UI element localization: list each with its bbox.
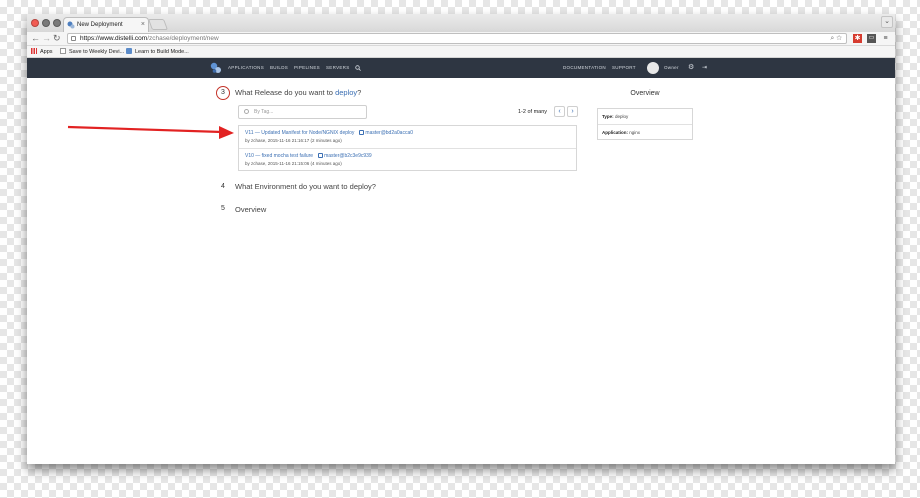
url-path: /zchase/deployment/new — [147, 35, 219, 42]
omnibox-icons: ⌕ ☆ — [830, 34, 842, 44]
bookmark-apps[interactable]: Apps — [31, 46, 53, 58]
zoom-icon[interactable]: ⌕ — [830, 35, 834, 42]
profile-icon[interactable]: ⌄ — [881, 16, 893, 28]
release-title[interactable]: V10 — fixed mocha test failure — [245, 153, 313, 159]
nav-documentation[interactable]: DOCUMENTATION — [563, 58, 606, 78]
release-branch-label: master@bd2a0acca0 — [365, 130, 414, 136]
pagination-label: 1-2 of many — [518, 109, 548, 115]
step-3-deploy-link[interactable]: deploy — [335, 88, 357, 97]
bookmark-weekly[interactable]: Save to Weekly Devi... — [60, 46, 124, 58]
tag-search-placeholder: By Tag... — [254, 109, 274, 115]
apps-grid-icon — [31, 48, 37, 54]
bookmark-learn[interactable]: Learn to Build Mode... — [126, 46, 189, 58]
tag-search-input[interactable]: By Tag... — [238, 105, 367, 119]
gear-icon[interactable]: ⚙ — [688, 58, 695, 78]
step-5-number: 5 — [221, 205, 225, 212]
distelli-logo-icon[interactable] — [210, 62, 222, 74]
bookmark-learn-label: Learn to Build Mode... — [135, 49, 189, 55]
step-4-number: 4 — [221, 183, 225, 190]
search-icon — [244, 109, 249, 114]
bookmark-weekly-label: Save to Weekly Devi... — [69, 49, 125, 55]
release-row[interactable]: V11 — Updated Manifest for Node/NGNIX de… — [239, 126, 576, 148]
next-page-button[interactable]: › — [567, 106, 578, 117]
overview-type-label: Type: — [602, 114, 614, 119]
release-meta: by zchase, 2015-11-16 21:16:17 (2 minute… — [245, 138, 342, 143]
lock-icon — [71, 36, 76, 41]
search-icon[interactable] — [355, 65, 361, 71]
close-window-button[interactable] — [31, 19, 39, 27]
app-nav-bar: APPLICATIONS BUILDS PIPELINES SERVERS DO… — [27, 58, 895, 78]
minimize-window-button[interactable] — [42, 19, 50, 27]
git-branch-icon — [359, 130, 365, 135]
menu-icon[interactable]: ≡ — [881, 34, 890, 43]
step-5-title[interactable]: Overview — [235, 205, 266, 215]
release-branch-label: master@b2c3e9c939 — [324, 153, 372, 159]
step-3-title-prefix: What Release do you want to — [235, 88, 336, 97]
overview-application-row: Application: nginx — [598, 124, 692, 139]
step-3-number: 3 — [216, 86, 230, 100]
extension-icon[interactable]: ✱ — [853, 34, 862, 43]
nav-servers[interactable]: SERVERS — [326, 58, 350, 78]
release-row[interactable]: V10 — fixed mocha test failure master@b2c… — [239, 148, 576, 170]
nav-support[interactable]: SUPPORT — [612, 58, 636, 78]
maximize-window-button[interactable] — [53, 19, 61, 27]
overview-title: Overview — [630, 90, 660, 97]
browser-tab[interactable]: New Deployment × — [63, 17, 149, 32]
prev-page-button[interactable]: ‹ — [554, 106, 565, 117]
release-title-line: V11 — Updated Manifest for Node/NGNIX de… — [245, 130, 413, 136]
tab-strip: New Deployment × ⌄ — [27, 14, 895, 32]
browser-toolbar: ← → ↻ https://www.distelli.com/zchase/de… — [27, 32, 895, 46]
forward-arrow-icon[interactable]: → — [42, 32, 51, 45]
release-title-line: V10 — fixed mocha test failure master@b2c… — [245, 153, 372, 159]
git-branch-icon — [318, 153, 324, 158]
release-title[interactable]: V11 — Updated Manifest for Node/NGNIX de… — [245, 130, 354, 136]
nav-applications[interactable]: APPLICATIONS — [228, 58, 264, 78]
overview-application-value: nginx — [629, 130, 641, 135]
overview-type-row: Type: deploy — [598, 109, 692, 124]
overview-application-label: Application: — [602, 130, 628, 135]
page-icon — [60, 48, 66, 54]
user-name[interactable]: Owner — [664, 58, 679, 78]
address-bar[interactable]: https://www.distelli.com/zchase/deployme… — [67, 33, 847, 44]
distelli-favicon-icon — [67, 21, 75, 29]
bookmark-site-icon — [126, 48, 132, 54]
extension-screen-icon[interactable]: ▭ — [867, 34, 876, 43]
overview-panel: Type: deploy Application: nginx — [597, 108, 693, 140]
tab-close-icon[interactable]: × — [141, 18, 145, 32]
step-4-title[interactable]: What Environment do you want to deploy? — [235, 182, 376, 192]
star-icon[interactable]: ☆ — [836, 35, 842, 42]
browser-window: New Deployment × ⌄ ← → ↻ https://www.dis… — [27, 14, 895, 464]
logout-icon[interactable]: ⇥ — [702, 58, 707, 78]
bookmarks-bar: Apps Save to Weekly Devi... Learn to Bui… — [27, 46, 895, 58]
avatar[interactable] — [647, 62, 659, 74]
release-branch[interactable]: master@b2c3e9c939 — [318, 153, 372, 159]
url-host: https://www.distelli.com — [80, 35, 148, 42]
release-branch[interactable]: master@bd2a0acca0 — [359, 130, 413, 136]
nav-pipelines[interactable]: PIPELINES — [294, 58, 320, 78]
step-3-title-suffix: ? — [357, 88, 362, 97]
overview-type-value: deploy — [614, 114, 629, 119]
new-tab-button[interactable] — [147, 19, 169, 30]
tab-title: New Deployment — [77, 22, 123, 28]
release-meta: by zchase, 2015-11-16 21:15:06 (4 minute… — [245, 161, 342, 166]
back-arrow-icon[interactable]: ← — [31, 32, 40, 45]
nav-builds[interactable]: BUILDS — [270, 58, 288, 78]
release-list: V11 — Updated Manifest for Node/NGNIX de… — [238, 125, 577, 171]
step-3-title: What Release do you want to deploy? — [235, 88, 361, 98]
reload-icon[interactable]: ↻ — [53, 32, 61, 45]
bookmark-apps-label: Apps — [40, 49, 53, 55]
